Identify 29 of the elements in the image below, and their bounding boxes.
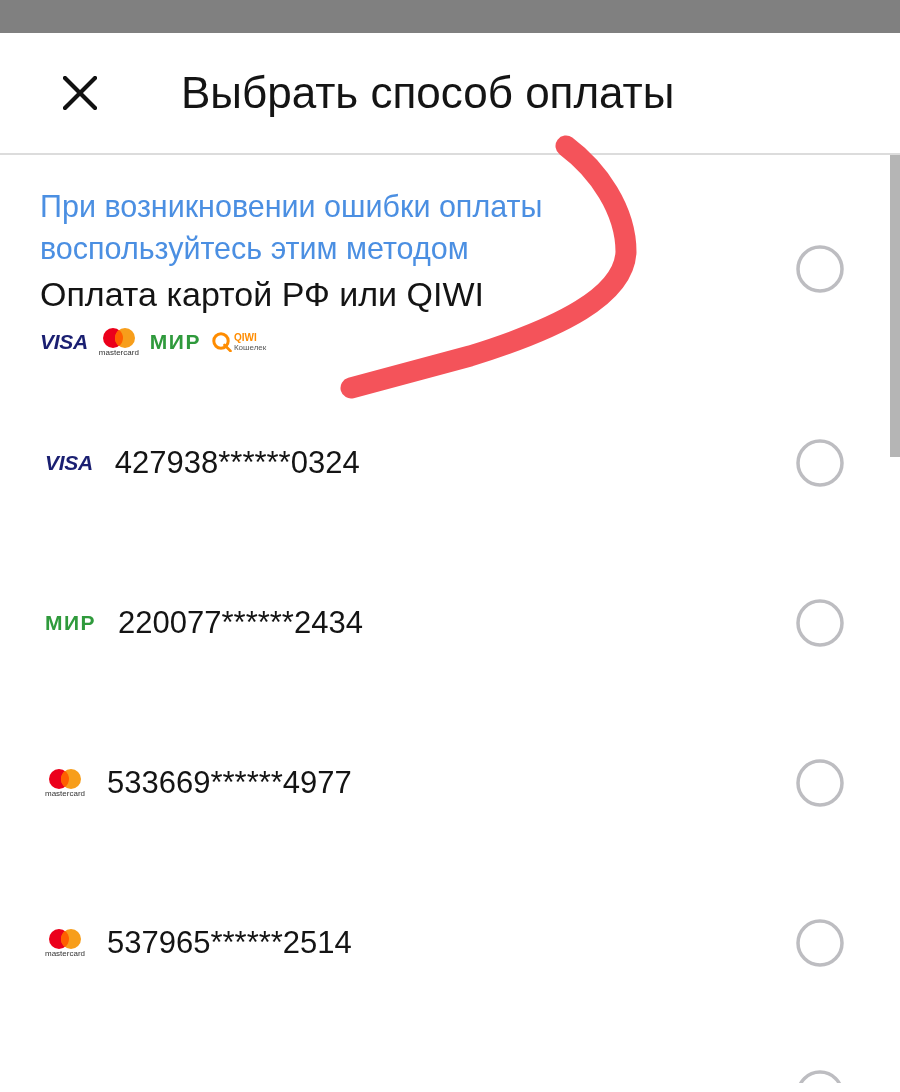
hint-text: При возникновении ошибки оплаты воспользуйтесь этим методом — [40, 188, 544, 268]
card-number: 427938******0324 — [114, 445, 360, 481]
radio-button[interactable] — [796, 439, 844, 487]
logo-caption: mastercard — [98, 347, 139, 357]
logo-caption: mastercard — [45, 948, 85, 958]
overlapping-circles-icon — [49, 768, 81, 789]
card-brand-logo: VISA — [45, 453, 93, 473]
radio-button[interactable] — [796, 919, 844, 967]
card-brand-logo: QIWI — [233, 332, 258, 343]
close-button[interactable] — [63, 76, 97, 110]
close-icon — [63, 76, 97, 110]
overlapping-circles-icon — [49, 928, 81, 949]
card-number: 537965******2514 — [107, 925, 352, 961]
radio-button[interactable] — [796, 245, 844, 293]
card-brand-logo: МИР — [149, 332, 201, 352]
card-number: 220077******2434 — [118, 605, 363, 641]
radio-button[interactable] — [796, 759, 844, 807]
card-brand-logo: МИР — [45, 613, 97, 633]
logo-caption: Кошелек — [233, 343, 267, 352]
logo-caption: mastercard — [45, 788, 85, 798]
option-label: Оплата картой РФ или QIWI — [40, 274, 485, 315]
radio-button[interactable] — [796, 599, 844, 647]
ring-icon — [211, 332, 232, 352]
overlapping-circles-icon — [102, 327, 135, 348]
card-number: 533669******4977 — [107, 765, 352, 801]
card-brand-logo: VISA — [40, 332, 88, 352]
scrollbar[interactable] — [890, 155, 900, 457]
radio-button[interactable] — [796, 1070, 844, 1083]
dialog-title: Выбрать способ оплаты — [181, 67, 675, 119]
